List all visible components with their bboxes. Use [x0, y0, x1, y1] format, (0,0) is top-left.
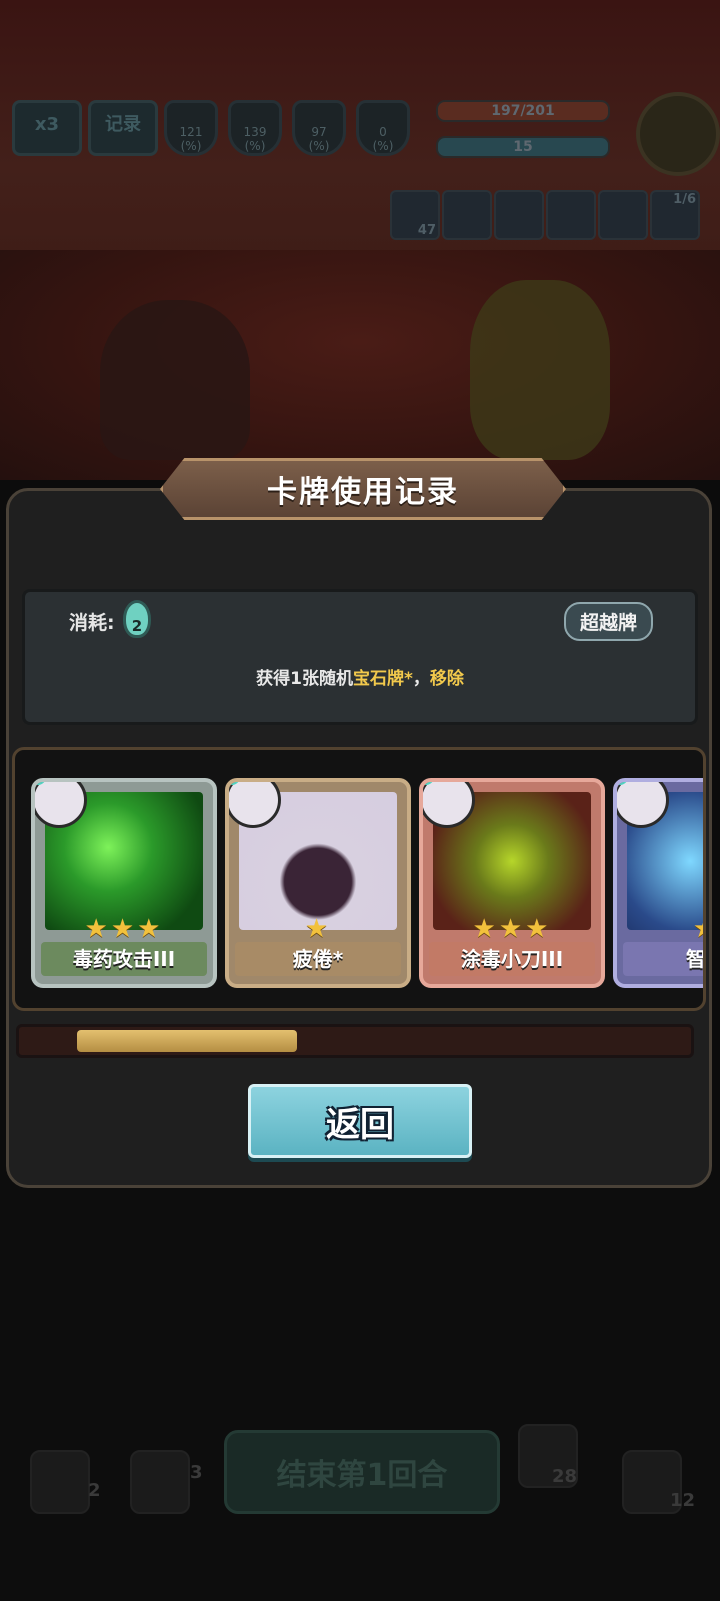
card-name: 毒药攻击III	[41, 942, 207, 976]
stat-value: 97	[311, 125, 327, 139]
stat-unit: (%)	[244, 139, 266, 153]
stat-unit: (%)	[308, 139, 330, 153]
draw-pile-icon[interactable]	[30, 1450, 90, 1514]
stat-shield-1: 121 (%)	[164, 100, 218, 156]
player-avatar[interactable]	[636, 92, 720, 176]
cost-value: 2	[131, 617, 143, 635]
relic-slot-bread-icon[interactable]	[598, 190, 648, 240]
card-item[interactable]: ★ 智慧	[613, 778, 703, 988]
card-item[interactable]: ★★★ 毒药攻击III	[31, 778, 217, 988]
effect-keyword-remove[interactable]: 移除	[430, 669, 464, 689]
draw-pile-count: 2	[88, 1480, 101, 1501]
stat-shield-4: 0 (%)	[356, 100, 410, 156]
card-stars: ★	[617, 914, 703, 944]
stat-value: 0	[379, 125, 387, 139]
hp-bar: 197/201	[436, 100, 610, 122]
relic-page-indicator[interactable]: 1/6	[650, 190, 700, 240]
energy-bar: 15	[436, 136, 610, 158]
end-turn-button[interactable]: 结束第1回合	[224, 1430, 500, 1514]
card-list-scrollbar[interactable]	[16, 1024, 694, 1058]
card-description-box: 消耗: 2 超越牌 获得1张随机宝石牌*，移除	[22, 589, 698, 725]
scrollbar-thumb[interactable]	[77, 1030, 297, 1052]
card-name: 疲倦*	[235, 942, 401, 976]
dialog-title-banner: 卡牌使用记录	[160, 458, 566, 520]
relic-page-label: 1/6	[673, 192, 696, 207]
card-item[interactable]: ★ 疲倦*	[225, 778, 411, 988]
card-item[interactable]: ★★★ 涂毒小刀III	[419, 778, 605, 988]
return-button-label: 返回	[326, 1104, 394, 1145]
card-stars: ★★★	[84, 914, 164, 944]
exhaust-pile-count: 12	[670, 1490, 696, 1511]
effect-separator: ，	[412, 669, 430, 689]
potion-count: 28	[552, 1466, 578, 1487]
relic-count: 47	[417, 223, 436, 238]
card-name: 涂毒小刀III	[429, 942, 595, 976]
dialog-title: 卡牌使用记录	[267, 475, 459, 510]
cost-label: 消耗:	[69, 612, 115, 634]
enemy-character	[100, 300, 250, 460]
effect-keyword-gem[interactable]: 宝石牌*	[353, 669, 413, 689]
overlay-dim	[0, 1180, 720, 1601]
relic-slot-book-icon[interactable]	[442, 190, 492, 240]
speed-button[interactable]: x3	[12, 100, 82, 156]
card-list[interactable]: ★★★ 毒药攻击III ★ 疲倦* ★★★ 涂毒小刀III ★ 智慧	[12, 747, 706, 1011]
stat-value: 139	[243, 125, 267, 139]
relic-slot-horn-icon[interactable]	[494, 190, 544, 240]
stat-unit: (%)	[180, 139, 202, 153]
stat-shield-2: 139 (%)	[228, 100, 282, 156]
card-stars: ★★★	[472, 914, 552, 944]
stat-value: 121	[179, 125, 203, 139]
stat-unit: (%)	[372, 139, 394, 153]
card-effect-text: 获得1张随机宝石牌*，移除	[25, 664, 695, 689]
record-button[interactable]: 记录	[88, 100, 158, 156]
hero-character	[470, 280, 610, 460]
relic-slot-skull-icon[interactable]: 47	[390, 190, 440, 240]
card-type-badge: 超越牌	[563, 602, 653, 641]
discard-pile-icon[interactable]	[130, 1450, 190, 1514]
card-name: 智慧	[623, 942, 703, 976]
effect-prefix: 获得1张随机	[256, 669, 353, 689]
relic-slot-bottle-icon[interactable]	[546, 190, 596, 240]
card-stars: ★	[304, 914, 332, 944]
stat-shield-3: 97 (%)	[292, 100, 346, 156]
energy-flame-icon: 2	[123, 600, 151, 638]
return-button[interactable]: 返回	[248, 1084, 472, 1158]
discard-pile-count: 3	[190, 1462, 203, 1483]
